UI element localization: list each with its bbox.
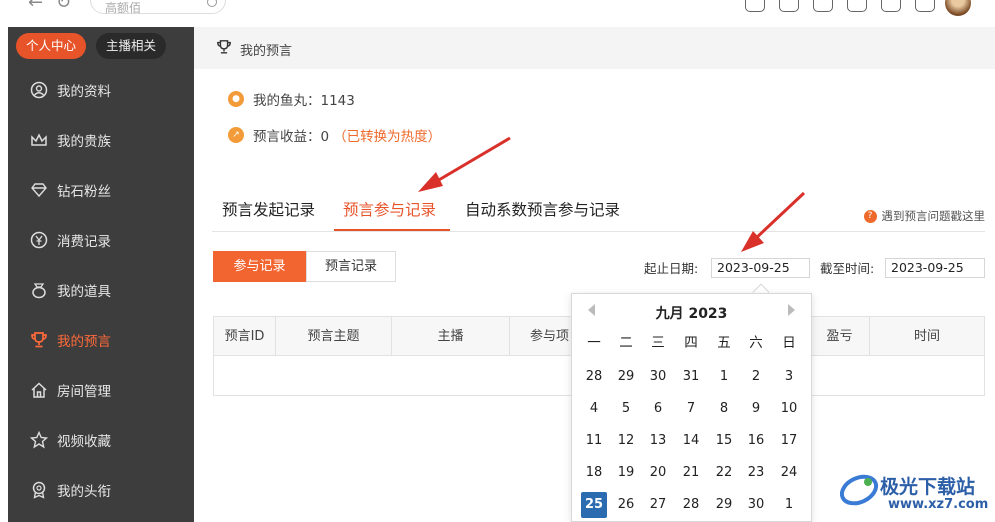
- watermark-name: 极光下载站: [880, 476, 976, 498]
- annotation-arrow-tab: [418, 136, 511, 192]
- annotation-arrow-date: [741, 191, 806, 252]
- watermark-url: www.xz7.com: [888, 497, 989, 512]
- watermark-logo-icon: [839, 474, 879, 506]
- annotation-arrows: [418, 136, 806, 252]
